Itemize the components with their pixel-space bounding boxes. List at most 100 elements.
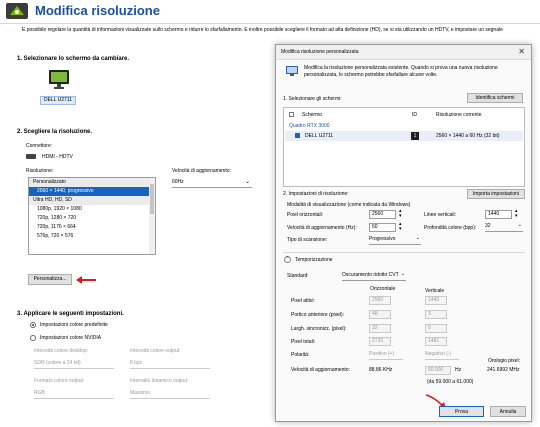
timing-v-input[interactable]: 1481 (425, 337, 447, 346)
scan-label: Tipo di scansione: (287, 237, 328, 243)
identify-button[interactable]: Identifica schermi (467, 93, 523, 103)
table-row[interactable]: DELL U2711 1 2560 × 1440 a 60 Hz (32 bit… (285, 131, 523, 141)
hdmi-icon (26, 154, 36, 159)
scrollbar[interactable] (149, 178, 155, 254)
radio-default-label: Impostazioni colore predefinite (40, 322, 108, 328)
display-id-badge: 1 (411, 132, 419, 140)
import-button[interactable]: Importa impostazioni (467, 189, 525, 199)
dynamic-range-dropdown[interactable]: Massimo (130, 390, 210, 399)
scan-dropdown[interactable]: Progressivo ⌄ (369, 235, 421, 245)
depth-value: 32 (485, 223, 491, 229)
list-item[interactable]: Ultra HD, HD, SD (29, 196, 155, 205)
scrollbar-thumb[interactable] (150, 184, 154, 214)
chevron-down-icon: ⌄ (400, 271, 405, 277)
polarity-label: Polarità: (291, 352, 310, 358)
monitor-icon (48, 68, 70, 90)
page-title: Modifica risoluzione (35, 3, 160, 18)
timing-h-input[interactable]: 48 (369, 310, 391, 319)
timing-row-label: Pixel totali: (291, 339, 316, 345)
collapse-toggle[interactable]: ⌃ (284, 256, 291, 263)
output-color-label: Intensità colore output: (130, 348, 181, 354)
refresh-hz-label: Velocità di aggiornamento (Hz): (287, 225, 357, 231)
standard-value: Oscuramento ridotto CVT (342, 272, 399, 278)
resolution-listbox[interactable]: Personalizzato 2560 × 1440, progressivo … (28, 177, 156, 255)
refresh-rate-v-input[interactable]: 60.000 (425, 366, 451, 375)
annotation-arrow (80, 279, 96, 281)
h-pixels-stepper[interactable]: ▴ ▾ (399, 209, 402, 219)
display-checkbox[interactable] (295, 133, 300, 138)
timing-v-input[interactable]: 1440 (425, 296, 447, 305)
chevron-down-icon: ⌄ (244, 179, 250, 185)
step2-title: 2. Scegliere la risoluzione. (17, 129, 93, 135)
list-item[interactable]: 720p, 1280 × 720 (29, 214, 155, 223)
scan-value: Progressivo (369, 236, 396, 242)
horizontal-header: Orizzontale (370, 286, 396, 292)
h-pixels-input[interactable]: 2560 (369, 210, 396, 219)
v-lines-stepper[interactable]: ▴ ▾ (515, 209, 518, 219)
connector-value: HDMI - HDTV (42, 154, 73, 160)
refresh-dropdown[interactable]: 60Hz ⌄ (172, 179, 252, 188)
timing-row-label: Pixel attivi: (291, 298, 315, 304)
hz-unit: Hz (455, 367, 462, 373)
test-button[interactable]: Prova (439, 406, 484, 417)
depth-label: Profondità colore (bpp): (424, 225, 477, 231)
timing-row-label: Largh. sincronizz. (pixel): (291, 326, 347, 332)
h-pixels-label: Pixel orizzontali: (287, 212, 324, 218)
v-lines-input[interactable]: 1440 (485, 210, 512, 219)
customize-button[interactable]: Personalizza... (28, 274, 72, 285)
timing-v-input[interactable]: 5 (425, 324, 447, 333)
chevron-down-icon: ⌄ (517, 222, 522, 228)
output-format-dropdown[interactable]: RGB (34, 390, 114, 399)
display-resolution: 2560 × 1440 a 60 Hz (32 bit) (436, 133, 500, 139)
cancel-button[interactable]: Annulla (490, 406, 526, 417)
desktop-color-label: Intensità colore desktop: (34, 348, 89, 354)
step3-title: 3. Applicare le seguenti impostazioni. (17, 311, 124, 317)
dialog-title: Modifica risoluzione personalizzata (281, 49, 359, 55)
timing-h-input[interactable]: 2560 (369, 296, 391, 305)
radio-nvidia-label: Impostazioni colore NVIDIA (40, 335, 102, 341)
timing-h-input[interactable]: 32 (369, 324, 391, 333)
timing-h-input[interactable]: 2720 (369, 337, 391, 346)
close-icon[interactable]: ✕ (518, 47, 525, 56)
dialog-description: Modifica la risoluzione personalizzata e… (304, 65, 498, 78)
depth-dropdown[interactable]: 32 ⌄ (485, 222, 523, 232)
displays-table: Schermo ID Risoluzione corrente Quadro R… (283, 107, 525, 187)
list-item[interactable]: 576p, 720 × 576 (29, 232, 155, 241)
select-all-checkbox[interactable] (289, 112, 294, 117)
table-group-row: Quadro RTX 3000 (289, 123, 330, 129)
list-item[interactable]: 720p, 1176 × 664 (29, 223, 155, 232)
list-item[interactable]: Personalizzato (29, 178, 155, 187)
output-color-dropdown[interactable]: 8 bpc (130, 360, 210, 369)
page-intro: È possibile regolare la quantità di info… (22, 27, 503, 33)
section2-title: 2. Impostazioni di risoluzione: (283, 191, 349, 197)
divider (283, 252, 525, 253)
column-header-resolution: Risoluzione corrente (436, 112, 482, 118)
mode-label: Modalità di visualizzazione (come indica… (287, 202, 411, 208)
timing-v-input[interactable]: 3 (425, 310, 447, 319)
dialog-monitor-icon (286, 66, 298, 76)
monitor-tile[interactable]: DELL U2711 (40, 68, 76, 108)
page-header: Modifica risoluzione (0, 0, 540, 22)
v-lines-label: Linee verticali: (424, 212, 456, 218)
radio-nvidia-colors[interactable] (30, 335, 36, 341)
refresh-rate-h-value: 88.86 KHz (369, 367, 393, 373)
refresh-value: 60Hz (172, 179, 184, 185)
dialog-titlebar: Modifica risoluzione personalizzata ✕ (276, 45, 531, 60)
radio-default-colors[interactable] (30, 322, 36, 328)
polarity-v-dropdown[interactable]: Negativo (-) (425, 351, 459, 360)
chevron-down-icon: ⌄ (415, 235, 420, 241)
refresh-hz-input[interactable]: 60 (369, 223, 396, 232)
polarity-h-dropdown[interactable]: Positivo (+) (369, 351, 403, 360)
list-item[interactable]: 1080p, 1920 × 1080 (29, 205, 155, 214)
refresh-hz-stepper[interactable]: ▴ ▾ (399, 222, 402, 232)
header-divider (0, 23, 540, 24)
dynamic-range-label: Intervallo dinamico output: (130, 378, 189, 384)
desktop-color-dropdown[interactable]: SDR (colore a 24 bit) (34, 360, 114, 369)
list-item-selected[interactable]: 2560 × 1440, progressivo (29, 187, 155, 196)
standard-dropdown[interactable]: Oscuramento ridotto CVT ⌄ (342, 271, 406, 281)
section1-title: 1. Selezionare gli schermi: (283, 96, 342, 102)
vertical-header: Verticale (425, 288, 445, 294)
pixel-clock-label: Orologio pixel: (488, 358, 520, 364)
connector-label: Connettore: (26, 143, 53, 149)
standard-label: Standard: (287, 273, 309, 279)
